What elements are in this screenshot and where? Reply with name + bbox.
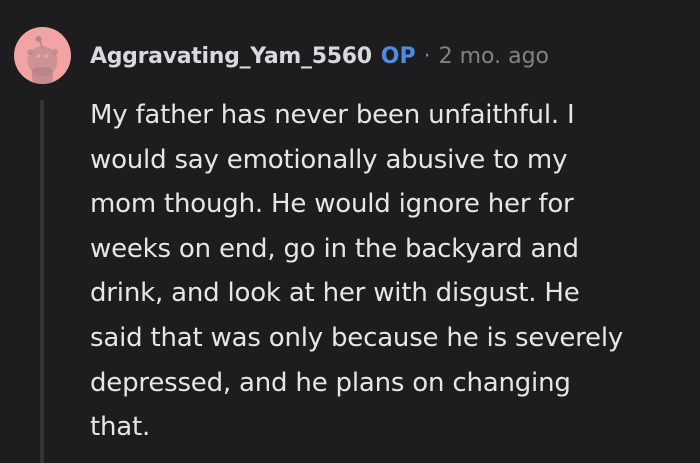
comment-body-line: mom though. He would ignore her for: [90, 189, 574, 220]
comment-body-line: said that was only because he is severel…: [90, 322, 624, 353]
username-link[interactable]: Aggravating_Yam_5560: [90, 44, 372, 69]
comment-body-line: would say emotionally abusive to my: [90, 144, 568, 175]
comment-meta: Aggravating_Yam_5560 OP · 2 mo. ago: [90, 38, 549, 74]
avatar[interactable]: [14, 27, 71, 84]
comment-body-line: depressed, and he plans on changing: [90, 367, 571, 398]
snoo-avatar-icon: [27, 36, 58, 84]
meta-separator: ·: [423, 43, 431, 69]
comment-body-line: that.: [90, 412, 151, 443]
comment-body-line: weeks on end, go in the backyard and: [90, 233, 579, 264]
thread-collapse-line[interactable]: [40, 100, 44, 463]
comment-body-line: My father has never been unfaithful. I: [90, 100, 575, 130]
timestamp[interactable]: 2 mo. ago: [439, 44, 549, 69]
op-badge: OP: [380, 43, 416, 69]
comment-card: Aggravating_Yam_5560 OP · 2 mo. ago My f…: [0, 0, 700, 463]
comment-body: My father has never been unfaithful. I w…: [90, 93, 690, 450]
comment-body-line: drink, and look at her with disgust. He: [90, 278, 580, 309]
